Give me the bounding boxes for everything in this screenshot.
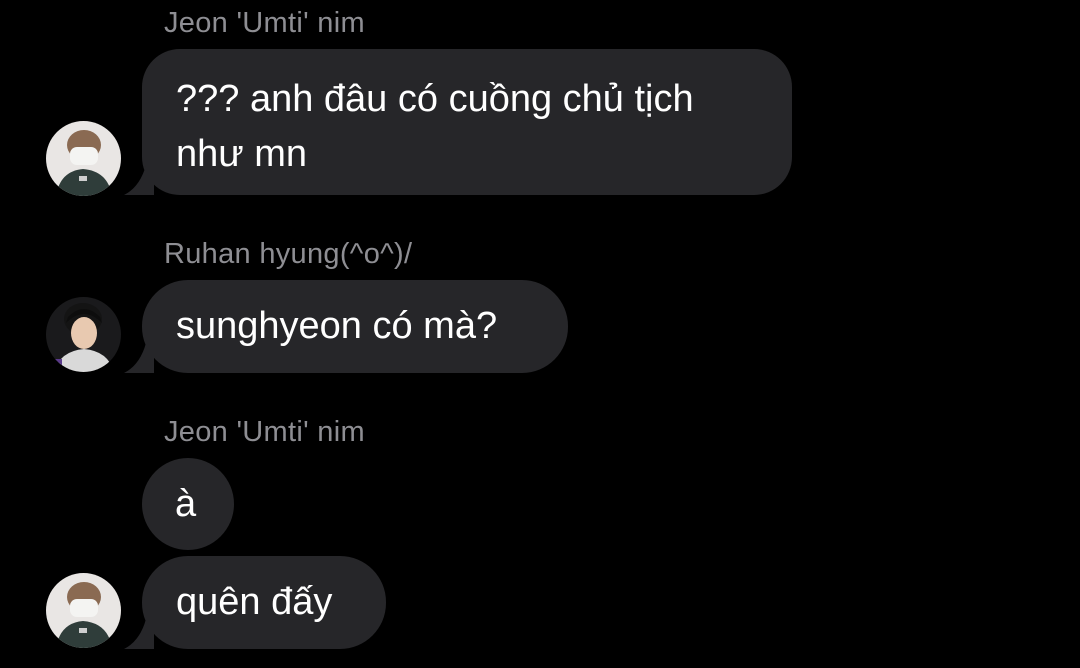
message-text: à bbox=[175, 483, 197, 525]
message-bubble[interactable]: sunghyeon có mà? bbox=[142, 280, 568, 373]
umti-avatar-icon bbox=[46, 573, 121, 648]
sender-name: Jeon 'Umti' nim bbox=[164, 7, 365, 39]
ruhan-avatar-icon bbox=[46, 297, 121, 372]
avatar[interactable] bbox=[46, 297, 121, 372]
message-bubble[interactable]: quên đấy bbox=[142, 556, 386, 649]
bubble-tail bbox=[124, 343, 154, 373]
sender-name: Jeon 'Umti' nim bbox=[164, 416, 365, 448]
message-bubble[interactable]: ??? anh đâu có cuồng chủ tịch như mn bbox=[142, 49, 792, 195]
message-text: quên đấy bbox=[176, 581, 333, 623]
message-text: sunghyeon có mà? bbox=[176, 305, 498, 347]
avatar[interactable] bbox=[46, 121, 121, 196]
message-bubble[interactable]: à bbox=[142, 458, 234, 550]
umti-avatar-icon bbox=[46, 121, 121, 196]
sender-name: Ruhan hyung(^o^)/ bbox=[164, 238, 413, 270]
message-text: ??? anh đâu có cuồng chủ tịch như mn bbox=[176, 78, 694, 175]
bubble-tail bbox=[124, 619, 154, 649]
bubble-tail bbox=[124, 165, 154, 195]
avatar[interactable] bbox=[46, 573, 121, 648]
